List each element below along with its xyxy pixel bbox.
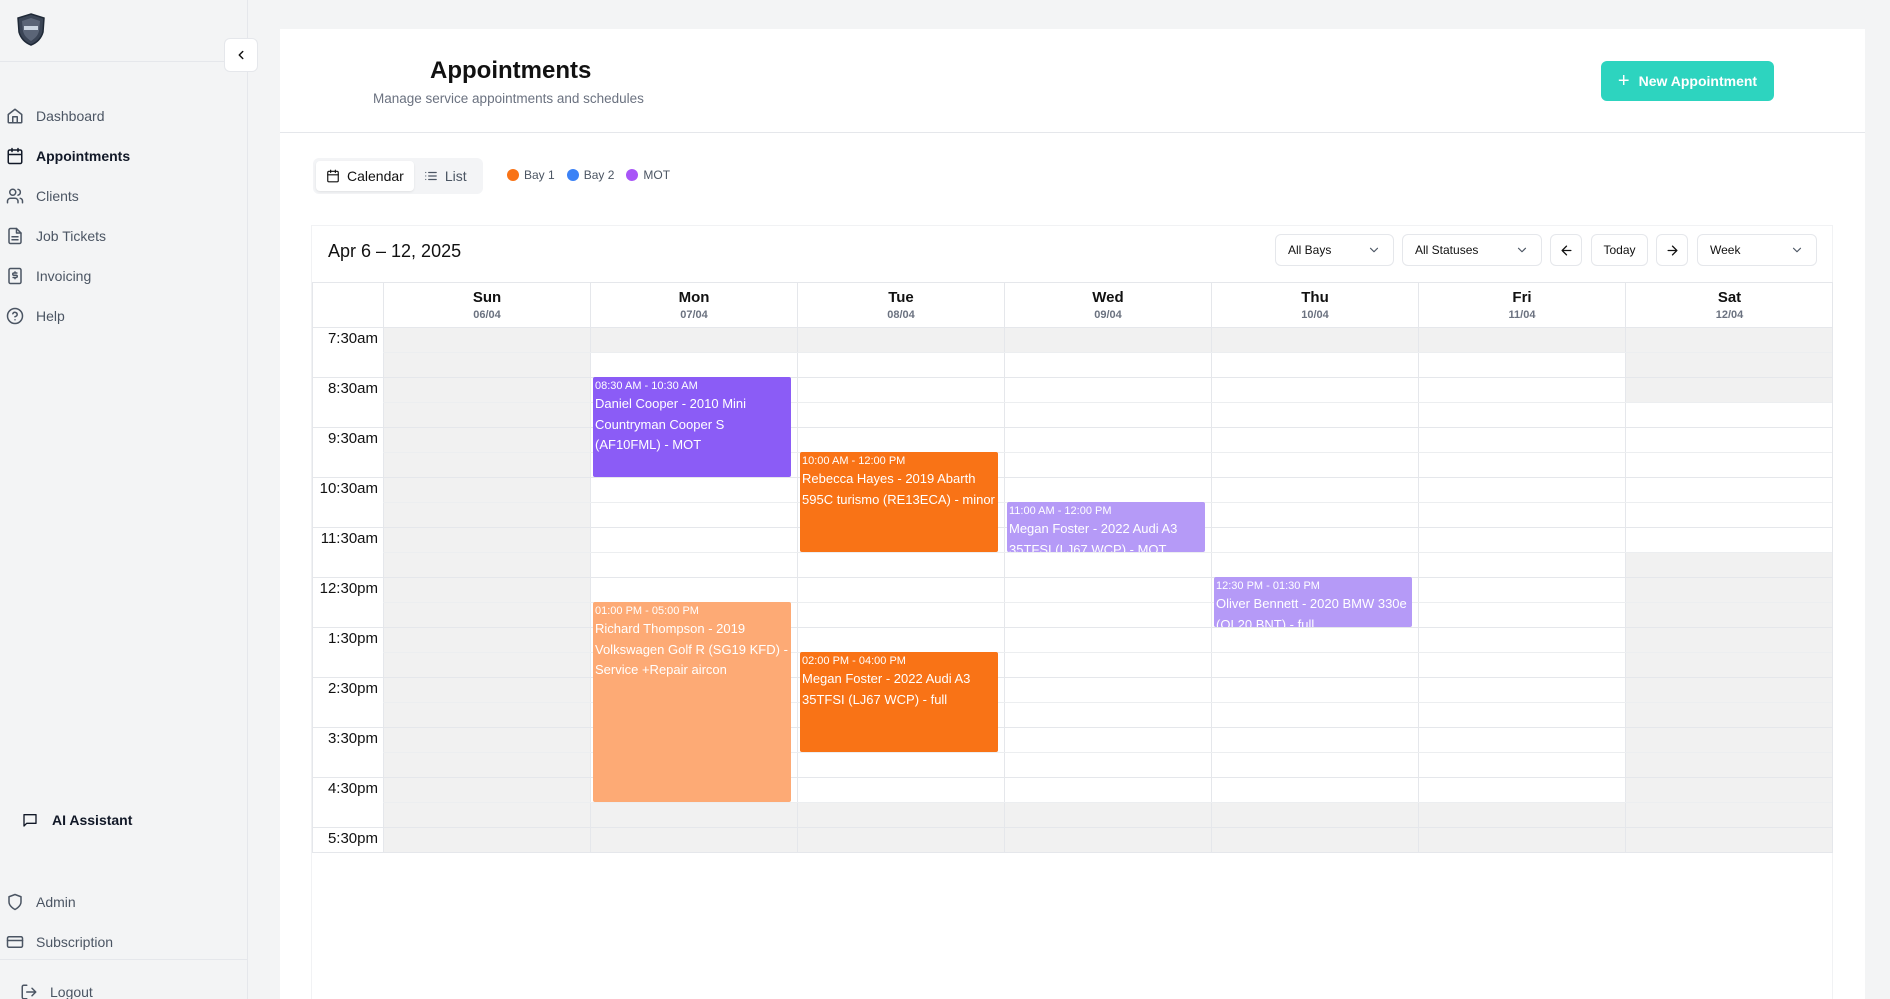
collapse-sidebar-button[interactable] [224,38,258,72]
sidebar-item-appointments[interactable]: Appointments [0,136,248,176]
statuses-filter-select[interactable]: All Statuses [1402,234,1542,266]
calendar-icon [326,169,340,183]
dollar-icon [5,266,25,286]
sidebar-item-dashboard[interactable]: Dashboard [0,96,248,136]
sidebar-divider [0,959,248,960]
sidebar-item-label: Appointments [36,148,131,164]
sidebar-item-label: Invoicing [36,268,92,284]
sidebar-item-label: Job Tickets [36,228,107,244]
sidebar-item-label: Help [36,308,65,324]
sidebar-item-help[interactable]: Help [0,296,248,336]
legend-dot [566,169,579,181]
next-week-button[interactable] [1656,234,1688,266]
previous-week-button[interactable] [1550,234,1582,266]
legend-label: Bay 1 [524,168,555,182]
sidebar-item-subscription[interactable]: Subscription [0,922,248,962]
sidebar-item-admin[interactable]: Admin [0,882,248,922]
users-icon [5,186,25,206]
legend-label: MOT [643,168,671,182]
shield-icon [5,892,25,912]
page-subtitle: Manage service appointments and schedule… [373,91,644,106]
calendar-view-button[interactable]: Calendar [316,161,414,191]
file-icon [5,226,25,246]
legend-dot [626,169,639,181]
sidebar-item-label: Subscription [36,934,114,950]
logout-label: Logout [50,984,93,999]
arrow-left-icon [1559,243,1574,258]
bay-legend: Bay 1 Bay 2 MOT [507,168,682,182]
chevron-left-icon [234,48,248,62]
sidebar-nav: Dashboard Appointments Clients Job Ticke… [0,96,248,336]
logout-button[interactable]: Logout [20,983,93,999]
view-toggle: Calendar List [313,158,483,194]
card-icon [5,932,25,952]
home-icon [5,106,25,126]
header-divider [280,132,1865,133]
calendar-icon [5,146,25,166]
sidebar-item-label: Dashboard [36,108,105,124]
legend-item-bay-2: Bay 2 [566,168,615,182]
bays-filter-value: All Bays [1288,243,1332,257]
chat-icon [22,812,38,828]
list-icon [424,169,438,183]
week-calendar-grid: Sun 06/04 Mon 07/04 Tue 08/04 Wed 09/04 … [312,282,1833,853]
legend-item-mot: MOT [626,168,670,182]
list-view-button[interactable]: List [414,161,477,191]
main-content: Appointments Manage service appointments… [280,29,1865,999]
sidebar: Dashboard Appointments Clients Job Ticke… [0,0,248,999]
new-appointment-label: New Appointment [1638,73,1758,89]
sidebar-bottom-nav: Admin Subscription [0,882,248,962]
date-range-title: Apr 6 – 12, 2025 [328,241,462,261]
view-range-select[interactable]: Week [1697,234,1817,266]
new-appointment-button[interactable]: + New Appointment [1601,61,1774,101]
bays-filter-select[interactable]: All Bays [1275,234,1394,266]
calendar-view-label: Calendar [347,168,404,184]
chevron-down-icon [1515,243,1529,257]
legend-label: Bay 2 [583,168,615,182]
arrow-right-icon [1665,243,1680,258]
statuses-filter-value: All Statuses [1415,243,1479,257]
sidebar-item-clients[interactable]: Clients [0,176,248,216]
today-button[interactable]: Today [1591,234,1648,266]
grid-border [312,282,1833,853]
sidebar-divider [0,61,248,62]
app-logo-icon[interactable] [14,12,48,46]
logout-icon [20,983,38,999]
legend-dot [507,169,519,181]
ai-assistant-button[interactable]: AI Assistant [22,812,132,828]
ai-assistant-label: AI Assistant [52,812,133,828]
view-range-value: Week [1710,243,1741,257]
sidebar-item-label: Admin [36,894,76,910]
plus-icon: + [1617,70,1630,92]
chevron-down-icon [1367,243,1381,257]
today-label: Today [1603,243,1636,257]
legend-item-bay-1: Bay 1 [507,168,555,182]
sidebar-item-job-tickets[interactable]: Job Tickets [0,216,248,256]
help-icon [5,306,25,326]
chevron-down-icon [1790,243,1804,257]
sidebar-item-invoicing[interactable]: Invoicing [0,256,248,296]
page-title: Appointments [430,57,592,84]
sidebar-item-label: Clients [36,188,79,204]
list-view-label: List [444,168,467,184]
